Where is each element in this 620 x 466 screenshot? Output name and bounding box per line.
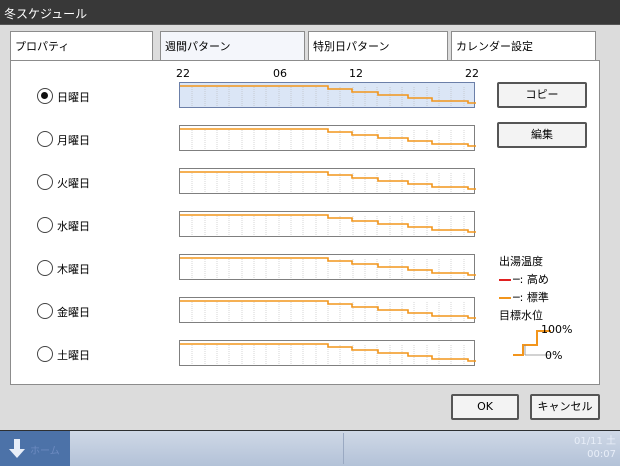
day-label-friday: 金曜日	[57, 306, 90, 319]
schedule-graph-saturday	[180, 343, 476, 365]
legend-standard-swatch	[499, 297, 511, 299]
side-panel: コピー 編集 出湯温度 ─: 高め ─: 標準 目標水位 100% 0%	[497, 61, 597, 383]
radio-monday[interactable]	[37, 131, 53, 147]
time-label-end: 22	[465, 67, 479, 80]
day-label-saturday: 土曜日	[57, 349, 90, 362]
legend-level-title: 目標水位	[499, 309, 543, 322]
cancel-button[interactable]: キャンセル	[530, 394, 600, 420]
down-arrow-icon	[9, 439, 25, 458]
days-area: 22 06 12 22 日曜日 月曜日 火曜日 水曜日 木曜日 金曜日 土曜日	[19, 61, 489, 383]
schedule-graph-monday	[180, 128, 476, 150]
day-row-thursday: 木曜日	[19, 254, 489, 297]
schedule-graph-wednesday	[180, 214, 476, 236]
tab-calendar-settings[interactable]: カレンダー設定	[451, 31, 596, 60]
taskbar-time: 00:07	[587, 449, 616, 460]
tab-weekly-pattern[interactable]: 週間パターン	[160, 31, 305, 60]
radio-saturday[interactable]	[37, 346, 53, 362]
ok-button[interactable]: OK	[451, 394, 519, 420]
legend-title: 出湯温度	[499, 255, 543, 268]
day-label-thursday: 木曜日	[57, 263, 90, 276]
radio-thursday[interactable]	[37, 260, 53, 276]
tab-bar: プロパティ 週間パターン 特別日パターン カレンダー設定	[10, 31, 600, 61]
weekly-pattern-panel: 22 06 12 22 日曜日 月曜日 火曜日 水曜日 木曜日 金曜日 土曜日 …	[10, 60, 600, 385]
taskbar-clock: 01/11 土 00:07	[574, 435, 616, 461]
schedule-window: 冬スケジュール プロパティ 週間パターン 特別日パターン カレンダー設定 22 …	[0, 0, 620, 430]
window-title: 冬スケジュール	[4, 7, 88, 21]
time-label-06: 06	[273, 67, 287, 80]
tab-special-day-pattern[interactable]: 特別日パターン	[308, 31, 448, 60]
schedule-graph-sunday	[180, 85, 476, 107]
schedule-strip-sunday[interactable]	[179, 82, 476, 108]
dialog-footer: OK キャンセル	[0, 388, 620, 428]
schedule-strip-thursday[interactable]	[179, 254, 476, 280]
schedule-graph-thursday	[180, 257, 476, 279]
radio-wednesday[interactable]	[37, 217, 53, 233]
copy-button[interactable]: コピー	[497, 82, 587, 108]
legend-standard-label: ─: 標準	[513, 291, 549, 304]
time-label-start: 22	[176, 67, 190, 80]
day-row-tuesday: 火曜日	[19, 168, 489, 211]
radio-sunday[interactable]	[37, 88, 53, 104]
day-label-tuesday: 火曜日	[57, 177, 90, 190]
day-label-monday: 月曜日	[57, 134, 90, 147]
schedule-graph-tuesday	[180, 171, 476, 193]
day-row-monday: 月曜日	[19, 125, 489, 168]
legend-box: 出湯温度 ─: 高め ─: 標準 目標水位 100% 0%	[497, 251, 589, 371]
day-row-friday: 金曜日	[19, 297, 489, 340]
tab-properties[interactable]: プロパティ	[10, 31, 153, 60]
radio-friday[interactable]	[37, 303, 53, 319]
legend-pct-high: 100%	[541, 323, 573, 336]
home-label: ホーム	[30, 446, 60, 457]
day-label-sunday: 日曜日	[57, 91, 90, 104]
schedule-strip-monday[interactable]	[179, 125, 476, 151]
taskbar: ホーム 01/11 土 00:07	[0, 431, 620, 466]
legend-high-swatch	[499, 279, 511, 281]
schedule-graph-friday	[180, 300, 476, 322]
schedule-strip-saturday[interactable]	[179, 340, 476, 366]
legend-pct-low: 0%	[545, 349, 563, 362]
home-button[interactable]: ホーム	[0, 431, 70, 466]
day-row-sunday: 日曜日	[19, 82, 489, 125]
legend-high-label: ─: 高め	[513, 273, 549, 286]
day-row-saturday: 土曜日	[19, 340, 489, 383]
schedule-strip-tuesday[interactable]	[179, 168, 476, 194]
schedule-strip-friday[interactable]	[179, 297, 476, 323]
legend-standard: ─: 標準	[499, 289, 549, 305]
taskbar-date: 01/11 土	[574, 436, 616, 447]
radio-tuesday[interactable]	[37, 174, 53, 190]
edit-button[interactable]: 編集	[497, 122, 587, 148]
day-label-wednesday: 水曜日	[57, 220, 90, 233]
time-label-12: 12	[349, 67, 363, 80]
schedule-strip-wednesday[interactable]	[179, 211, 476, 237]
day-row-wednesday: 水曜日	[19, 211, 489, 254]
title-bar: 冬スケジュール	[0, 0, 620, 25]
legend-high: ─: 高め	[499, 271, 549, 287]
taskbar-divider	[343, 433, 344, 464]
